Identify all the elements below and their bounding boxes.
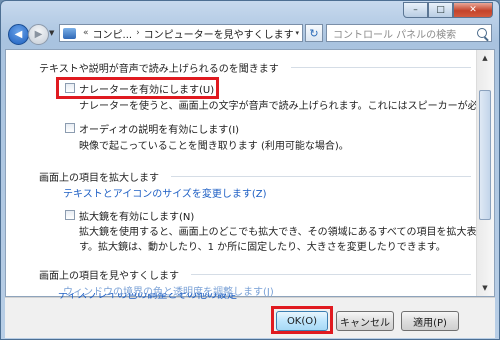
scrollbar-thumb[interactable] [479, 90, 491, 220]
breadcrumb-overflow[interactable]: « [83, 28, 89, 38]
maximize-button[interactable]: □ [428, 2, 453, 18]
vertical-scrollbar[interactable]: ▲ ▼ [476, 50, 494, 296]
forward-button[interactable]: ▶ [28, 24, 49, 45]
section-title-enlarge: 画面上の項目を拡大します [39, 173, 159, 184]
scroll-down-icon[interactable]: ▼ [477, 280, 493, 296]
magnifier-label[interactable]: 拡大鏡を有効にします(N) [79, 208, 194, 223]
search-input[interactable]: コントロール パネルの検索 [326, 24, 492, 42]
breadcrumb-current-page[interactable]: コンピューターを見やすくします [144, 26, 294, 41]
text-icon-size-link[interactable]: テキストとアイコンのサイズを変更します(Z) [63, 185, 267, 200]
search-placeholder: コントロール パネルの検索 [333, 29, 457, 41]
breadcrumb-separator[interactable]: › [136, 28, 140, 38]
minimize-button[interactable]: – [403, 2, 428, 18]
scroll-up-icon[interactable]: ▲ [477, 50, 493, 66]
dialog-footer: ディスプレイの色の調整とその他の設定 OK(O) キャンセル 適用(P) [5, 293, 495, 338]
magnifier-checkbox[interactable] [65, 210, 75, 220]
navigation-bar: ◀ ▶ ▼ « コンピ... › コンピューターを見やすくします ▾ ↻ コント… [5, 23, 495, 45]
caption-buttons: – □ ✕ [403, 2, 493, 19]
audio-description-label[interactable]: オーディオの説明を有効にします(I) [79, 121, 239, 136]
section-title-easier: 画面上の項目を見やすくします [39, 271, 179, 282]
magnifier-description-line1: 拡大鏡を使用すると、画面上のどこでも拡大でき、その領域にあるすべての項目を拡大表… [79, 227, 495, 238]
cancel-button[interactable]: キャンセル [336, 311, 394, 331]
section-title-text-audio: テキストや説明が音声で読み上げられるのを聞きます [39, 64, 279, 75]
search-icon[interactable] [477, 28, 487, 38]
control-panel-icon [63, 27, 76, 39]
audio-description-checkbox[interactable] [65, 123, 75, 133]
narrator-checkbox[interactable] [65, 83, 75, 93]
magnifier-description-line2: す。拡大鏡は、動かしたり、1 か所に固定したり、大きさを変更したりできます。 [79, 242, 446, 253]
address-dropdown-icon[interactable]: ▾ [295, 29, 299, 37]
audio-description-text: 映像で起こっていることを聞き取ります (利用可能な場合)。 [79, 141, 349, 152]
apply-button[interactable]: 適用(P) [401, 311, 459, 331]
breadcrumb-control-panel[interactable]: コンピ... [93, 26, 133, 41]
control-panel-window: – □ ✕ ◀ ▶ ▼ « コンピ... › コンピューターを見やすくします ▾… [0, 0, 500, 340]
refresh-icon[interactable]: ↻ [305, 24, 323, 42]
address-bar[interactable]: « コンピ... › コンピューターを見やすくします ▾ [59, 24, 303, 42]
close-button[interactable]: ✕ [453, 2, 493, 18]
section-divider [171, 176, 471, 177]
section-divider [191, 274, 471, 275]
section-divider [291, 67, 471, 68]
recent-pages-dropdown-icon[interactable]: ▼ [49, 29, 54, 37]
display-color-link-partial[interactable]: ディスプレイの色の調整とその他の設定 [58, 293, 237, 301]
back-button[interactable]: ◀ [8, 24, 29, 45]
narrator-label[interactable]: ナレーターを有効にします(U) [79, 81, 214, 96]
narrator-description: ナレーターを使うと、画面上の文字が音声で読み上げられます。これにはスピーカーが必… [79, 101, 495, 112]
ok-button[interactable]: OK(O) [276, 311, 328, 331]
content-pane: テキストや説明が音声で読み上げられるのを聞きます ナレーターを有効にします(U)… [5, 49, 495, 297]
